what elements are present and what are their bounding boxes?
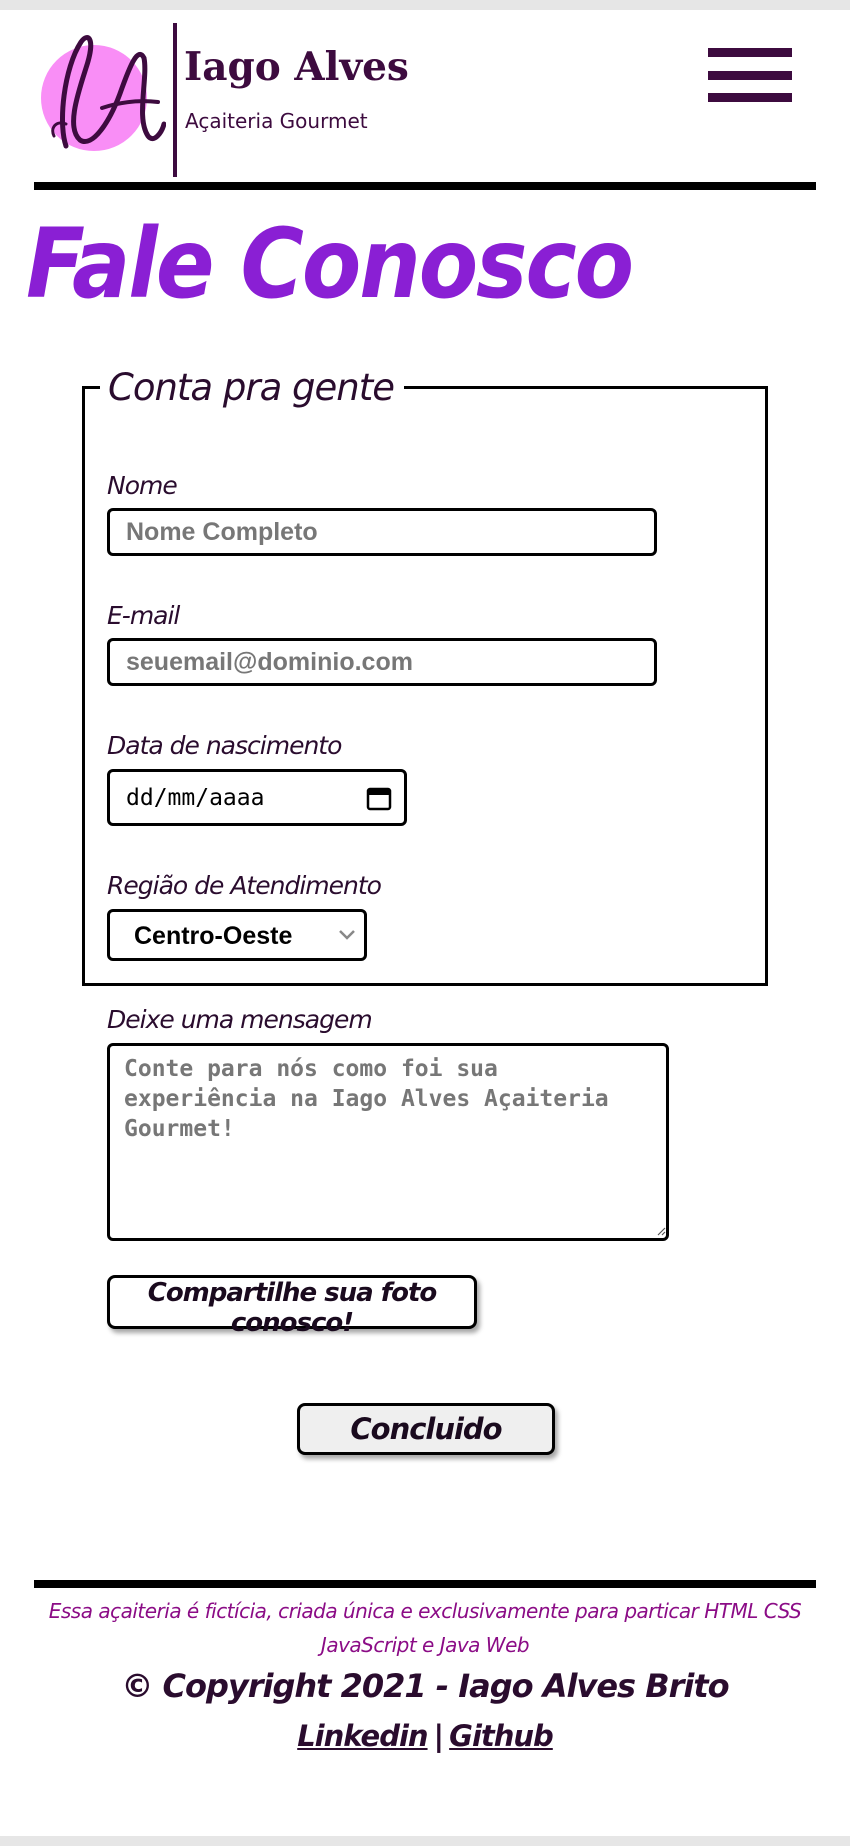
brand-logo[interactable] bbox=[36, 28, 166, 168]
github-link[interactable]: Github bbox=[449, 1719, 554, 1753]
chevron-down-icon bbox=[339, 930, 355, 940]
email-input[interactable] bbox=[107, 638, 657, 686]
region-selected-value: Centro-Oeste bbox=[134, 922, 293, 950]
name-input[interactable] bbox=[107, 508, 657, 556]
hamburger-menu-icon[interactable] bbox=[708, 48, 792, 106]
page: Iago Alves Açaiteria Gourmet Fale Conosc… bbox=[0, 10, 850, 1836]
form-legend: Conta pra gente bbox=[100, 366, 404, 409]
logo-divider bbox=[173, 23, 177, 177]
birthdate-input[interactable]: dd/mm/aaaa bbox=[107, 769, 407, 826]
message-label: Deixe uma mensagem bbox=[107, 1005, 373, 1034]
footer-divider bbox=[34, 1580, 816, 1588]
birthdate-value: dd/mm/aaaa bbox=[126, 785, 265, 811]
birthdate-label: Data de nascimento bbox=[107, 731, 342, 760]
submit-button[interactable]: Concluido bbox=[297, 1403, 555, 1455]
header-divider bbox=[34, 182, 816, 190]
message-textarea[interactable] bbox=[107, 1043, 669, 1241]
upload-photo-button[interactable]: Compartilhe sua foto conosco! bbox=[107, 1275, 477, 1338]
footer-disclaimer: Essa açaiteria é fictícia, criada única … bbox=[48, 1599, 802, 1657]
region-select[interactable]: Centro-Oeste bbox=[107, 909, 367, 961]
menu-bar-middle bbox=[708, 71, 792, 80]
calendar-icon[interactable] bbox=[366, 785, 392, 811]
page-title: Fale Conosco bbox=[26, 208, 634, 320]
brand-name: Iago Alves bbox=[184, 44, 409, 90]
footer-links: Linkedin | Github bbox=[25, 1719, 825, 1753]
email-label: E-mail bbox=[107, 601, 180, 630]
linkedin-link[interactable]: Linkedin bbox=[297, 1719, 428, 1753]
link-separator: | bbox=[433, 1719, 445, 1753]
resize-grip-icon[interactable] bbox=[656, 1226, 666, 1236]
copyright-text: © Copyright 2021 - Iago Alves Brito bbox=[121, 1667, 729, 1705]
menu-bar-bottom bbox=[708, 93, 792, 102]
region-label: Região de Atendimento bbox=[107, 871, 382, 900]
name-label: Nome bbox=[107, 471, 178, 500]
menu-bar-top bbox=[708, 48, 792, 57]
brand-subtitle: Açaiteria Gourmet bbox=[185, 109, 368, 133]
